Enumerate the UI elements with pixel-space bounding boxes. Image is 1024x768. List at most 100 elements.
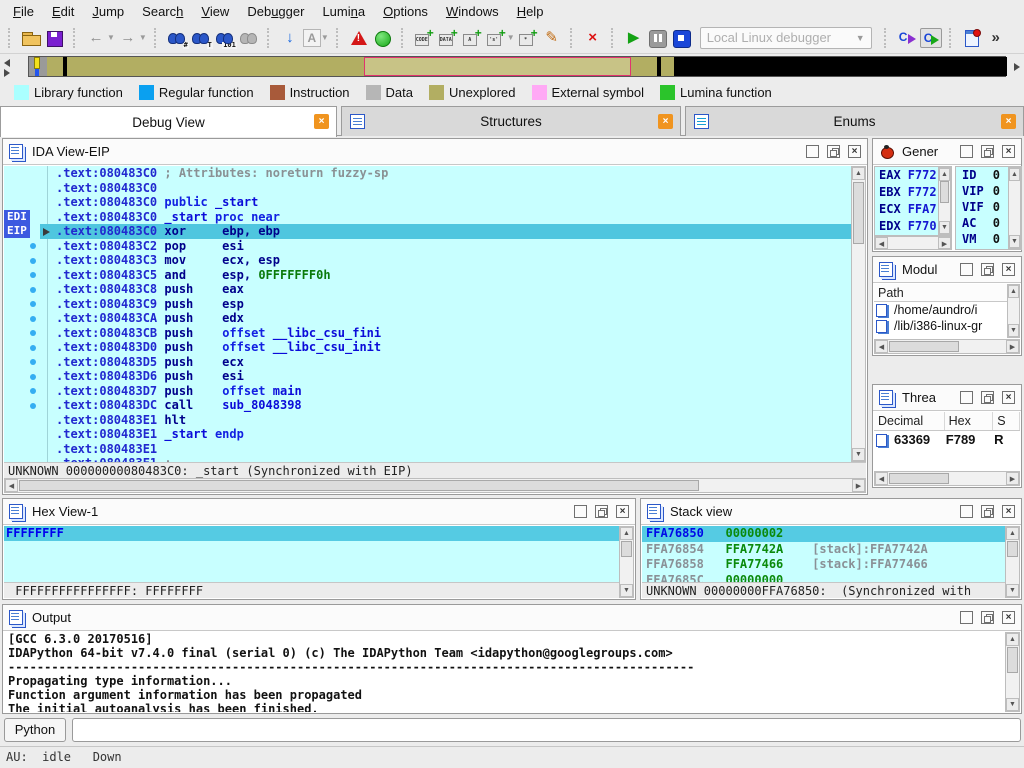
scroll-down-icon[interactable]: ▼	[1009, 235, 1020, 248]
scroll-down-icon[interactable]: ▼	[852, 448, 865, 461]
flag-row-ac[interactable]: AC0	[956, 215, 1008, 231]
scroll-thumb[interactable]	[889, 473, 949, 484]
navband-segment[interactable]	[39, 57, 47, 76]
disassembly-line[interactable]: .text:080483D0 push offset __libc_csu_in…	[4, 340, 851, 355]
hex-view-minimize-button[interactable]	[574, 505, 587, 518]
threads-column-decimal[interactable]: Decimal	[874, 412, 945, 430]
scroll-right-icon[interactable]: ▶	[938, 237, 951, 249]
menu-item-edit[interactable]: Edit	[43, 2, 83, 21]
pause-process-icon[interactable]	[648, 29, 668, 47]
hex-dump-area[interactable]: FFFFFFFF	[4, 526, 619, 584]
stack-view-minimize-button[interactable]	[960, 505, 973, 518]
navband-segment[interactable]	[47, 57, 63, 76]
scroll-thumb[interactable]	[621, 541, 632, 557]
stop-process-icon[interactable]	[672, 29, 692, 47]
save-file-icon[interactable]	[45, 29, 65, 47]
back-icon[interactable]: ←	[86, 27, 106, 49]
edit-icon[interactable]: ✎	[542, 27, 562, 49]
stack-view-close-button[interactable]	[1002, 505, 1015, 518]
scroll-thumb[interactable]	[889, 341, 959, 352]
stack-row[interactable]: FFA76854 FFA7742A [stack]:FFA7742A	[642, 542, 1005, 558]
menu-item-debugger[interactable]: Debugger	[238, 2, 313, 21]
flags-vscrollbar[interactable]: ▲ ▼	[1008, 167, 1021, 249]
modules-close-button[interactable]	[1002, 263, 1015, 276]
tab-close-icon[interactable]: ×	[314, 114, 329, 129]
registers-vscrollbar[interactable]: ▲ ▼	[938, 167, 951, 235]
scroll-down-icon[interactable]: ▼	[1006, 584, 1019, 597]
disassembly-line[interactable]: .text:080483E1 hlt	[4, 413, 851, 428]
python-interpreter-button[interactable]: Python	[4, 718, 66, 742]
disassembly-line[interactable]: .text:080483CA push edx	[4, 311, 851, 326]
hex-vscrollbar[interactable]: ▲ ▼	[619, 526, 634, 598]
scroll-thumb[interactable]	[853, 182, 864, 244]
scroll-up-icon[interactable]: ▲	[1006, 633, 1019, 646]
hex-view-restore-button[interactable]	[595, 505, 608, 518]
disassembly-line[interactable]: EIP.text:080483C0 xor ebp, ebp	[4, 224, 851, 239]
flag-row-id[interactable]: ID0	[956, 167, 1008, 183]
scroll-up-icon[interactable]: ▲	[620, 527, 633, 540]
navband-strip[interactable]	[28, 56, 1006, 77]
threads-column-hex[interactable]: Hex	[945, 412, 994, 430]
scroll-thumb[interactable]	[19, 480, 699, 491]
modules-hscrollbar[interactable]: ◀ ▶	[874, 339, 1020, 354]
tab-enums[interactable]: Enums×	[685, 106, 1024, 136]
scroll-up-icon[interactable]: ▲	[1008, 285, 1019, 298]
disassembly-line[interactable]: .text:080483C8 push eax	[4, 282, 851, 297]
analysis-indicator-icon[interactable]	[373, 29, 393, 47]
stack-rows[interactable]: FFA76850 00000002FFA76854 FFA7742A [stac…	[642, 526, 1005, 584]
scroll-up-icon[interactable]: ▲	[852, 167, 865, 180]
menu-item-options[interactable]: Options	[374, 2, 437, 21]
python-command-input[interactable]	[72, 718, 1021, 742]
scroll-down-icon[interactable]: ▼	[1008, 324, 1019, 337]
navband-scroll-right-icon[interactable]	[1014, 63, 1020, 71]
rename-icon[interactable]: A	[303, 29, 321, 47]
ida-view-minimize-button[interactable]	[806, 145, 819, 158]
make-string-icon[interactable]: 's'+	[486, 29, 506, 47]
forward-icon[interactable]: →	[118, 27, 138, 49]
disassembly-line[interactable]: .text:080483D7 push offset main	[4, 384, 851, 399]
scroll-right-icon[interactable]: ▶	[1006, 340, 1019, 353]
modules-column-path[interactable]: Path	[874, 284, 1007, 302]
scroll-right-icon[interactable]: ▶	[852, 479, 865, 492]
jump-to-address-icon[interactable]: #	[167, 29, 187, 47]
menu-item-jump[interactable]: Jump	[83, 2, 133, 21]
disassembly-line[interactable]: .text:080483C0 ; Attributes: noreturn fu…	[4, 166, 851, 181]
navband-segment[interactable]	[674, 57, 1007, 76]
scroll-up-icon[interactable]: ▲	[1009, 168, 1020, 181]
tab-close-icon[interactable]: ×	[1001, 114, 1016, 129]
open-file-icon[interactable]	[21, 29, 41, 47]
make-name-icon[interactable]: A+	[462, 29, 482, 47]
registers-minimize-button[interactable]	[960, 145, 973, 158]
script-snippets-icon[interactable]	[962, 29, 982, 47]
scroll-left-icon[interactable]: ◀	[875, 237, 888, 249]
menu-item-search[interactable]: Search	[133, 2, 192, 21]
disassembly-line[interactable]: EDI.text:080483C0 _start proc near	[4, 210, 851, 225]
chevron-down-icon[interactable]: ▼	[507, 33, 515, 42]
thread-row[interactable]: 63369F789R	[874, 431, 1020, 448]
modules-restore-button[interactable]	[981, 263, 994, 276]
disassembly-line[interactable]: .text:080483DC call sub_8048398	[4, 398, 851, 413]
scroll-up-icon[interactable]: ▲	[939, 168, 950, 181]
scroll-left-icon[interactable]: ◀	[5, 479, 18, 492]
disassembly-hscrollbar[interactable]: ◀ ▶	[4, 478, 866, 493]
navband-segment[interactable]	[364, 57, 631, 76]
search-next-icon[interactable]	[239, 29, 259, 47]
output-restore-button[interactable]	[981, 611, 994, 624]
navband-segment[interactable]	[67, 57, 364, 76]
search-binary-icon[interactable]: 101	[215, 29, 235, 47]
threads-minimize-button[interactable]	[960, 391, 973, 404]
flag-row-vm[interactable]: VM0	[956, 231, 1008, 247]
navband-collapse-left-icon[interactable]	[4, 59, 10, 67]
navigation-band[interactable]	[0, 54, 1024, 80]
scroll-down-icon[interactable]: ▼	[620, 584, 633, 597]
stack-view-restore-button[interactable]	[981, 505, 994, 518]
scroll-thumb[interactable]	[940, 181, 949, 203]
modules-minimize-button[interactable]	[960, 263, 973, 276]
disassembly-line[interactable]: .text:080483C0 public _start	[4, 195, 851, 210]
registers-list[interactable]: EAXF772EBXF772ECXFFA7EDXF770 ▲ ▼	[874, 166, 952, 236]
flag-row-vif[interactable]: VIF0	[956, 199, 1008, 215]
register-row-eax[interactable]: EAXF772	[875, 167, 938, 184]
step-into-icon[interactable]: C	[896, 28, 918, 48]
registers-close-button[interactable]	[1002, 145, 1015, 158]
registers-hscrollbar[interactable]: ◀ ▶	[874, 236, 952, 250]
